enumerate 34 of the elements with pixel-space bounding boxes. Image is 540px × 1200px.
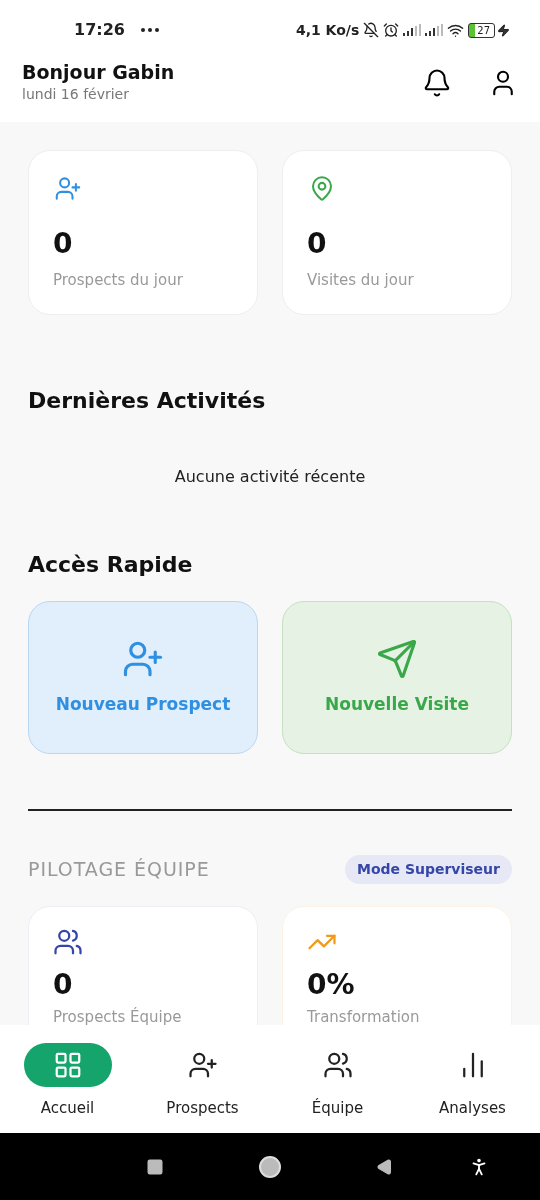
- stat-value: 0: [53, 228, 74, 260]
- clock: 17:26: [74, 19, 125, 41]
- signal-icon: [403, 24, 422, 36]
- date-subtitle: lundi 16 février: [22, 85, 130, 104]
- stat-label: Visites du jour: [307, 270, 415, 290]
- section-heading: PILOTAGE ÉQUIPE: [28, 857, 210, 883]
- recents-button[interactable]: [146, 1157, 164, 1176]
- users-icon: [322, 1050, 353, 1080]
- mute-icon: [363, 22, 380, 38]
- section-title: Dernières Activités: [28, 387, 267, 415]
- back-button[interactable]: [376, 1157, 394, 1176]
- network-speed: 4,1 Ko/s: [295, 20, 360, 40]
- nav-tab[interactable]: Prospects: [135, 1043, 270, 1120]
- greeting-title: Bonjour Gabin: [22, 60, 175, 84]
- more-notifications-icon: [140, 28, 159, 32]
- stat-label: Prospects du jour: [53, 270, 184, 290]
- stat-label: Prospects Équipe: [53, 1007, 183, 1025]
- stat-value: 0: [307, 228, 328, 260]
- notifications-icon[interactable]: [422, 68, 452, 98]
- supervisor-badge: Mode Superviseur: [344, 855, 512, 884]
- empty-message: Aucune activité récente: [174, 466, 366, 488]
- home-button[interactable]: [258, 1154, 282, 1179]
- alarm-icon: [383, 22, 400, 38]
- user-plus-icon: [187, 1050, 218, 1080]
- stat-value: 0%: [307, 969, 356, 1001]
- battery-indicator: 27: [468, 22, 495, 38]
- nav-tab[interactable]: Accueil: [0, 1043, 135, 1120]
- stat-value: 0: [53, 969, 74, 1001]
- nav-tab[interactable]: Analyses: [405, 1043, 540, 1120]
- stat-label: Transformation: [307, 1007, 421, 1025]
- section-title: Accès Rapide: [28, 551, 194, 579]
- signal-icon: [425, 24, 444, 36]
- charging-icon: [497, 23, 510, 37]
- nav-tab[interactable]: Équipe: [270, 1043, 405, 1120]
